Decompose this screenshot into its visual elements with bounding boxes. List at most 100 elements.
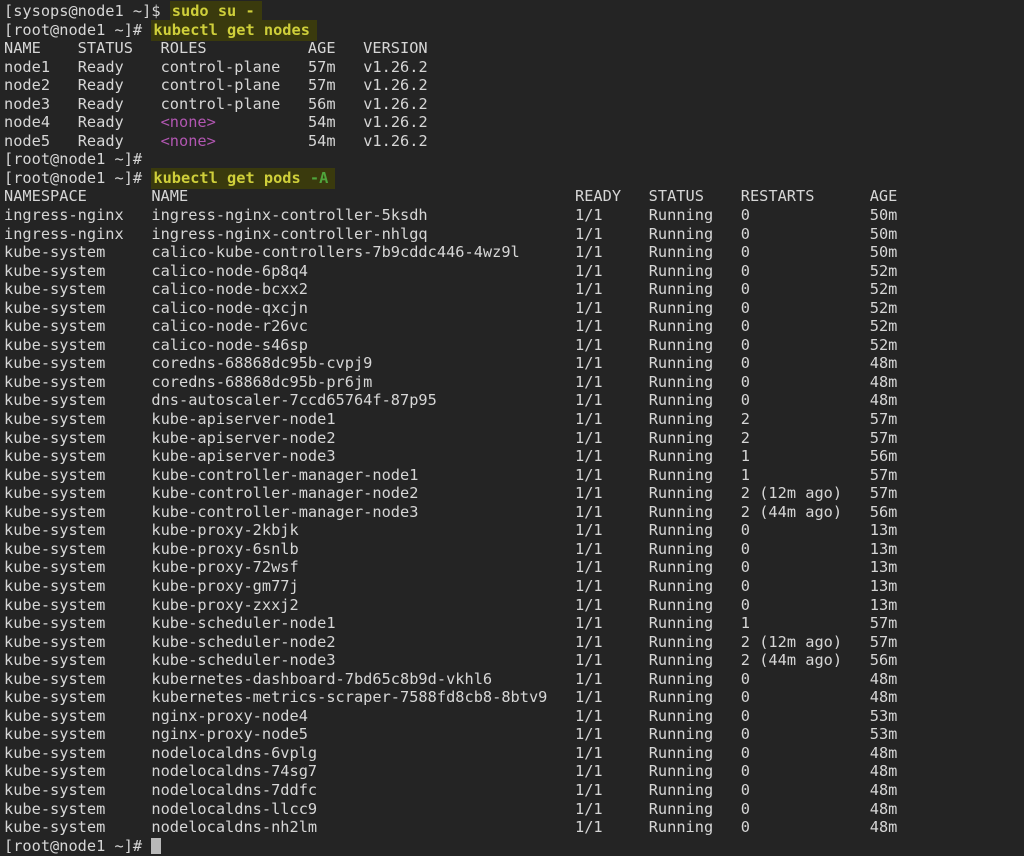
table-cell: nodelocaldns-7ddfc xyxy=(151,781,575,799)
command-highlight: sudo su - xyxy=(170,1,262,22)
table-cell: kube-system xyxy=(4,354,151,372)
table-cell: 1/1 xyxy=(575,373,649,391)
table-cell: 57m xyxy=(870,410,898,428)
table-cell: 1/1 xyxy=(575,633,649,651)
table-cell: 53m xyxy=(870,725,898,743)
table-cell: 0 xyxy=(741,577,870,595)
table-cell: kube-proxy-gm77j xyxy=(151,577,575,595)
table-cell: kube-system xyxy=(4,651,151,669)
table-cell: Running xyxy=(649,558,741,576)
table-cell: Running xyxy=(649,688,741,706)
nodes-table-row: node4 Ready <none> 54m v1.26.2 xyxy=(4,113,1024,132)
table-cell: 0 xyxy=(741,800,870,818)
table-cell: Running xyxy=(649,391,741,409)
table-cell: 1/1 xyxy=(575,540,649,558)
table-cell: Running xyxy=(649,614,741,632)
table-cell: 1/1 xyxy=(575,725,649,743)
table-cell: node5 xyxy=(4,132,78,150)
table-cell: 56m xyxy=(870,503,898,521)
table-cell: nodelocaldns-llcc9 xyxy=(151,800,575,818)
shell-prompt: [root@node1 ~]# xyxy=(4,169,151,187)
table-cell: 53m xyxy=(870,707,898,725)
table-cell: 1/1 xyxy=(575,484,649,502)
table-cell: Running xyxy=(649,503,741,521)
table-cell: Running xyxy=(649,596,741,614)
table-cell: v1.26.2 xyxy=(363,76,427,94)
table-cell: 1/1 xyxy=(575,391,649,409)
table-cell: node1 xyxy=(4,58,78,76)
table-cell: kube-system xyxy=(4,558,151,576)
pods-table-row: kube-system calico-node-r26vc 1/1 Runnin… xyxy=(4,317,1024,336)
table-cell: kubernetes-metrics-scraper-7588fd8cb8-8b… xyxy=(151,688,575,706)
table-cell: Running xyxy=(649,410,741,428)
terminal-window: [sysops@node1 ~]$ sudo su -[root@node1 ~… xyxy=(0,0,1024,856)
table-cell: 0 xyxy=(741,725,870,743)
table-cell: 48m xyxy=(870,762,898,780)
pods-table-row: kube-system kube-apiserver-node3 1/1 Run… xyxy=(4,447,1024,466)
command-text: sudo su - xyxy=(172,2,255,20)
table-cell: ingress-nginx xyxy=(4,206,151,224)
pods-table-row: kube-system nginx-proxy-node4 1/1 Runnin… xyxy=(4,707,1024,726)
table-cell: kube-controller-manager-node1 xyxy=(151,466,575,484)
table-cell: 2 (12m ago) xyxy=(741,484,870,502)
terminal-line: [root@node1 ~]# kubectl get nodes xyxy=(4,21,1024,40)
table-cell: kube-system xyxy=(4,484,151,502)
pods-table-row: kube-system kube-controller-manager-node… xyxy=(4,484,1024,503)
terminal-screen[interactable]: [sysops@node1 ~]$ sudo su -[root@node1 ~… xyxy=(0,0,1024,855)
pods-table-header: NAMESPACE NAME READY STATUS RESTARTS AGE xyxy=(4,187,1024,206)
table-cell: 1/1 xyxy=(575,688,649,706)
table-cell: 1/1 xyxy=(575,299,649,317)
table-cell: 0 xyxy=(741,818,870,836)
table-cell: kube-system xyxy=(4,466,151,484)
table-cell: 57m xyxy=(308,58,363,76)
table-cell: kube-system xyxy=(4,744,151,762)
pods-table-row: kube-system kubernetes-dashboard-7bd65c8… xyxy=(4,670,1024,689)
table-cell: <none> xyxy=(161,132,308,150)
table-cell: kube-system xyxy=(4,818,151,836)
pods-table-row: kube-system nodelocaldns-nh2lm 1/1 Runni… xyxy=(4,818,1024,837)
table-cell: 2 (44m ago) xyxy=(741,503,870,521)
table-cell: Running xyxy=(649,521,741,539)
table-cell: calico-node-bcxx2 xyxy=(151,280,575,298)
table-cell: 2 xyxy=(741,429,870,447)
pods-table-row: kube-system dns-autoscaler-7ccd65764f-87… xyxy=(4,391,1024,410)
table-cell: 1/1 xyxy=(575,558,649,576)
table-cell: kube-system xyxy=(4,521,151,539)
table-cell: 1/1 xyxy=(575,447,649,465)
nodes-table-row: node3 Ready control-plane 56m v1.26.2 xyxy=(4,95,1024,114)
table-cell: kube-system xyxy=(4,633,151,651)
table-cell: 0 xyxy=(741,707,870,725)
command-text: kubectl get pods xyxy=(153,169,310,187)
table-cell: Running xyxy=(649,725,741,743)
pods-table-row: kube-system coredns-68868dc95b-cvpj9 1/1… xyxy=(4,354,1024,373)
table-cell: 1/1 xyxy=(575,466,649,484)
table-cell: nodelocaldns-6vplg xyxy=(151,744,575,762)
shell-prompt: [sysops@node1 ~]$ xyxy=(4,2,170,20)
table-cell: 0 xyxy=(741,225,870,243)
table-cell: dns-autoscaler-7ccd65764f-87p95 xyxy=(151,391,575,409)
table-cell: kube-controller-manager-node3 xyxy=(151,503,575,521)
nodes-table-header: NAME STATUS ROLES AGE VERSION xyxy=(4,39,1024,58)
table-cell: kube-system xyxy=(4,280,151,298)
pods-table-row: kube-system calico-node-qxcjn 1/1 Runnin… xyxy=(4,299,1024,318)
table-cell: 0 xyxy=(741,781,870,799)
table-cell: 0 xyxy=(741,540,870,558)
table-cell: 48m xyxy=(870,670,898,688)
table-cell: control-plane xyxy=(161,58,308,76)
table-cell: kubernetes-dashboard-7bd65c8b9d-vkhl6 xyxy=(151,670,575,688)
table-cell: kube-system xyxy=(4,391,151,409)
table-cell: 57m xyxy=(870,614,898,632)
shell-prompt: [root@node1 ~]# xyxy=(4,150,151,168)
table-cell: 48m xyxy=(870,744,898,762)
table-cell: v1.26.2 xyxy=(363,58,427,76)
table-cell: 1/1 xyxy=(575,262,649,280)
table-cell: ingress-nginx-controller-5ksdh xyxy=(151,206,575,224)
table-cell: 50m xyxy=(870,243,898,261)
table-cell: 0 xyxy=(741,317,870,335)
pods-table-row: kube-system calico-node-6p8q4 1/1 Runnin… xyxy=(4,262,1024,281)
table-cell: kube-system xyxy=(4,429,151,447)
table-cell: 1/1 xyxy=(575,744,649,762)
pods-table-row: kube-system kube-proxy-gm77j 1/1 Running… xyxy=(4,577,1024,596)
table-cell: node2 xyxy=(4,76,78,94)
table-cell: 0 xyxy=(741,558,870,576)
